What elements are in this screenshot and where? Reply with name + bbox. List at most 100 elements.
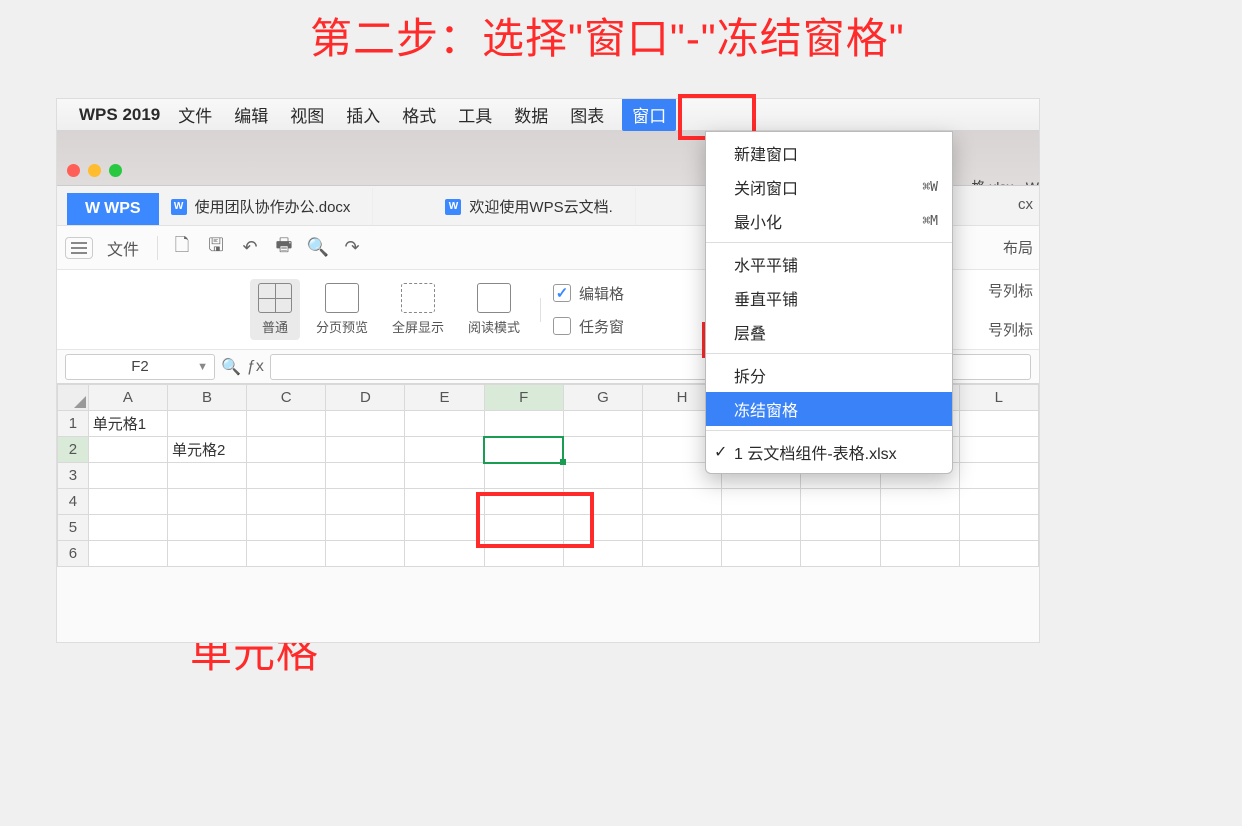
col-header-B[interactable]: B [167, 385, 246, 411]
cell[interactable] [563, 463, 642, 489]
menu-view[interactable]: 视图 [286, 100, 328, 129]
menu-item-minimize[interactable]: 最小化 ⌘M [706, 204, 952, 238]
maximize-window-button[interactable] [109, 164, 122, 177]
select-all-corner[interactable] [58, 385, 89, 411]
checkbox-task-pane[interactable]: 任务窗 [553, 316, 624, 337]
app-name[interactable]: WPS 2019 [79, 105, 160, 125]
menu-item-freeze-panes[interactable]: 冻结窗格 [706, 392, 952, 426]
menu-file[interactable]: 文件 [174, 100, 216, 129]
cell-F2-selected[interactable] [484, 437, 563, 463]
cell[interactable] [959, 411, 1038, 437]
col-header-G[interactable]: G [563, 385, 642, 411]
cell[interactable] [405, 541, 484, 567]
hamburger-menu-button[interactable] [65, 237, 93, 259]
cell[interactable] [405, 437, 484, 463]
row-header-1[interactable]: 1 [58, 411, 89, 437]
cell[interactable] [405, 411, 484, 437]
cell[interactable] [722, 515, 801, 541]
row-header-6[interactable]: 6 [58, 541, 89, 567]
col-header-A[interactable]: A [88, 385, 167, 411]
col-header-D[interactable]: D [326, 385, 405, 411]
cell[interactable] [801, 515, 880, 541]
cell[interactable] [722, 541, 801, 567]
cell[interactable] [167, 541, 246, 567]
wps-home-tab[interactable]: W WPS [67, 193, 159, 225]
cell[interactable] [880, 515, 959, 541]
cell[interactable] [247, 515, 326, 541]
cell[interactable] [247, 541, 326, 567]
cell[interactable] [484, 411, 563, 437]
save-icon[interactable]: 🖫 [202, 234, 230, 262]
minimize-window-button[interactable] [88, 164, 101, 177]
cell[interactable] [326, 411, 405, 437]
cell[interactable] [326, 463, 405, 489]
undo-icon[interactable]: ↶ [236, 234, 264, 262]
cell[interactable] [326, 437, 405, 463]
print-icon[interactable]: 🖶 [270, 234, 298, 262]
cell[interactable] [959, 515, 1038, 541]
document-tab-2[interactable]: W 欢迎使用WPS云文档. [433, 188, 635, 225]
menu-item-split[interactable]: 拆分 [706, 358, 952, 392]
cell[interactable] [484, 541, 563, 567]
row-header-3[interactable]: 3 [58, 463, 89, 489]
cell[interactable] [326, 541, 405, 567]
print-preview-icon[interactable]: 🔍 [304, 234, 332, 262]
menu-item-tile-horizontal[interactable]: 水平平铺 [706, 247, 952, 281]
col-header-C[interactable]: C [247, 385, 326, 411]
menu-data[interactable]: 数据 [510, 100, 552, 129]
zoom-icon[interactable]: 🔍 [221, 357, 241, 377]
row-header-4[interactable]: 4 [58, 489, 89, 515]
view-pagebreak-button[interactable]: 分页预览 [308, 279, 376, 340]
view-fullscreen-button[interactable]: 全屏显示 [384, 279, 452, 340]
cell[interactable] [563, 541, 642, 567]
cell[interactable] [642, 541, 721, 567]
menu-item-tile-vertical[interactable]: 垂直平铺 [706, 281, 952, 315]
cell[interactable] [326, 515, 405, 541]
menu-edit[interactable]: 编辑 [230, 100, 272, 129]
cell[interactable] [405, 489, 484, 515]
redo-icon[interactable]: ↷ [338, 234, 366, 262]
cell[interactable] [801, 489, 880, 515]
menu-window[interactable]: 窗口 [622, 98, 676, 131]
row-header-2[interactable]: 2 [58, 437, 89, 463]
cell[interactable] [88, 515, 167, 541]
cell[interactable] [642, 515, 721, 541]
menu-item-new-window[interactable]: 新建窗口 [706, 136, 952, 170]
cell[interactable] [88, 437, 167, 463]
menu-item-open-doc[interactable]: ✓ 1 云文档组件-表格.xlsx [706, 435, 952, 469]
view-normal-button[interactable]: 普通 [250, 279, 300, 340]
cell-A1[interactable]: 单元格1 [88, 411, 167, 437]
cell[interactable] [959, 489, 1038, 515]
cell[interactable] [563, 411, 642, 437]
cell[interactable] [326, 489, 405, 515]
new-icon[interactable]: 🗋 [168, 234, 196, 262]
menu-chart[interactable]: 图表 [566, 100, 608, 129]
view-readmode-button[interactable]: 阅读模式 [460, 279, 528, 340]
cell[interactable] [959, 463, 1038, 489]
cell[interactable] [801, 541, 880, 567]
cell[interactable] [247, 411, 326, 437]
cell[interactable] [88, 489, 167, 515]
cell[interactable] [484, 463, 563, 489]
cell[interactable] [880, 489, 959, 515]
cell[interactable] [405, 463, 484, 489]
cell[interactable] [484, 515, 563, 541]
cell[interactable] [247, 463, 326, 489]
cell[interactable] [167, 515, 246, 541]
cell[interactable] [722, 489, 801, 515]
menu-item-close-window[interactable]: 关闭窗口 ⌘W [706, 170, 952, 204]
cell[interactable] [563, 437, 642, 463]
menu-tools[interactable]: 工具 [454, 100, 496, 129]
fx-icon[interactable]: ƒx [247, 358, 264, 376]
checkbox-formula-bar[interactable]: ✓ 编辑格 [553, 283, 624, 304]
cell[interactable] [563, 489, 642, 515]
cell[interactable] [88, 463, 167, 489]
cell[interactable] [880, 541, 959, 567]
cell[interactable] [167, 411, 246, 437]
menu-insert[interactable]: 插入 [342, 100, 384, 129]
cell[interactable] [247, 489, 326, 515]
cell[interactable] [167, 489, 246, 515]
col-header-E[interactable]: E [405, 385, 484, 411]
cell[interactable] [563, 515, 642, 541]
cell[interactable] [405, 515, 484, 541]
